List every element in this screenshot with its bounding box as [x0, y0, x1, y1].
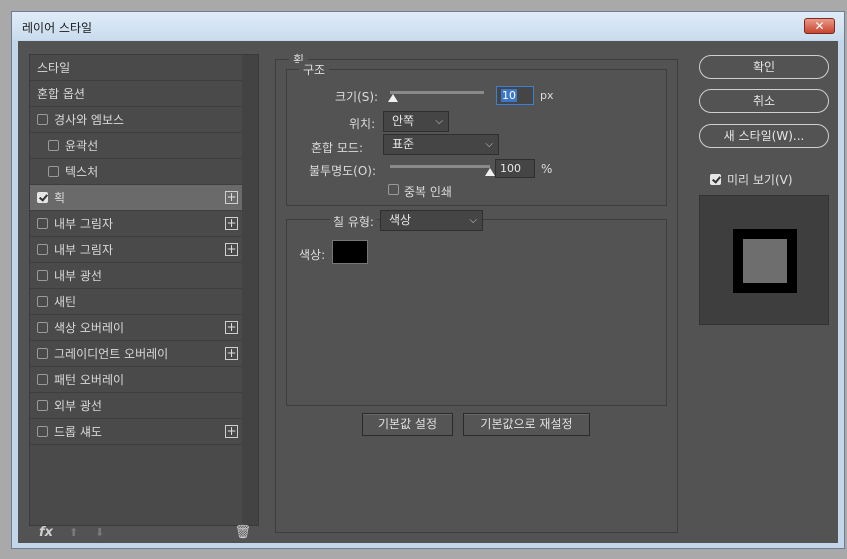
chevron-down-icon: ⌵	[435, 116, 443, 127]
add-effect-icon[interactable]: +	[225, 321, 238, 334]
move-down-icon[interactable]: ⬇	[95, 526, 104, 539]
stroke-panel: 획 구조 크기(S): 10 px 위치: 안쪽 ⌵ 혼합 모드: 표준 ⌵ 불투명…	[275, 51, 678, 533]
style-item-label: 윤곽선	[65, 139, 99, 153]
blend-mode-select[interactable]: 표준 ⌵	[383, 134, 499, 155]
reset-default-button[interactable]: 기본값으로 재설정	[463, 413, 590, 436]
style-checkbox[interactable]	[37, 192, 48, 203]
fill-group: 칠 유형: 색상 ⌵ 색상:	[286, 210, 667, 406]
style-list-item[interactable]: 내부 광선	[30, 263, 242, 289]
new-style-button[interactable]: 새 스타일(W)...	[699, 124, 829, 148]
style-list-item[interactable]: 스타일	[30, 55, 242, 81]
cancel-button[interactable]: 취소	[699, 89, 829, 113]
chevron-down-icon: ⌵	[485, 139, 493, 150]
style-item-label: 내부 그림자	[54, 217, 114, 231]
preview-toggle[interactable]: 미리 보기(V)	[710, 171, 793, 188]
opacity-input[interactable]: 100	[495, 159, 535, 178]
style-list-item[interactable]: 패턴 오버레이	[30, 367, 242, 393]
style-item-label: 내부 그림자	[54, 243, 114, 257]
style-list-item[interactable]: 혼합 옵션	[30, 81, 242, 107]
add-effect-icon[interactable]: +	[225, 243, 238, 256]
size-input[interactable]: 10	[496, 86, 534, 105]
preview-checkbox[interactable]	[710, 174, 721, 185]
opacity-slider[interactable]	[390, 165, 495, 176]
opacity-unit: %	[541, 162, 553, 176]
style-item-label: 경사와 엠보스	[54, 113, 125, 127]
style-list-item[interactable]: 그레이디언트 오버레이 +	[30, 341, 242, 367]
color-swatch[interactable]	[332, 240, 368, 264]
style-checkbox[interactable]	[37, 426, 48, 437]
style-item-label: 외부 광선	[54, 399, 102, 413]
blend-mode-label: 혼합 모드:	[311, 141, 364, 155]
opacity-label: 불투명도(O):	[309, 164, 377, 178]
style-list-item[interactable]: 획 +	[30, 185, 242, 211]
structure-title: 구조	[299, 61, 330, 78]
overprint-label: 중복 인쇄	[404, 185, 452, 199]
style-list-item[interactable]: 색상 오버레이 +	[30, 315, 242, 341]
styles-toolbar: fx ⬆ ⬇ 🗑	[29, 525, 259, 543]
style-checkbox[interactable]	[37, 348, 48, 359]
dialog-body: 스타일 혼합 옵션 경사와 엠보스 윤곽선 텍스처 획 + 내부 그림자 + 내부 그림자 + 내부 …	[18, 41, 838, 543]
size-unit: px	[540, 89, 554, 102]
size-slider-thumb[interactable]	[387, 94, 398, 102]
style-list-item[interactable]: 외부 광선	[30, 393, 242, 419]
preview-fill	[743, 239, 787, 283]
style-checkbox[interactable]	[37, 322, 48, 333]
style-item-label: 혼합 옵션	[37, 87, 85, 101]
style-preview	[699, 195, 829, 325]
style-checkbox[interactable]	[48, 140, 59, 151]
structure-group: 구조 크기(S): 10 px 위치: 안쪽 ⌵ 혼합 모드: 표준 ⌵ 불투명도(…	[286, 61, 667, 206]
chevron-down-icon: ⌵	[469, 215, 477, 226]
style-list-item[interactable]: 윤곽선	[30, 133, 242, 159]
styles-list: 스타일 혼합 옵션 경사와 엠보스 윤곽선 텍스처 획 + 내부 그림자 + 내부 그림자 + 내부 …	[29, 54, 259, 526]
add-effect-icon[interactable]: +	[225, 191, 238, 204]
add-effect-icon[interactable]: +	[225, 347, 238, 360]
style-item-label: 스타일	[37, 61, 71, 75]
position-label: 위치:	[349, 117, 376, 131]
move-up-icon[interactable]: ⬆	[69, 526, 78, 539]
layer-style-dialog: 레이어 스타일 ✕ 스타일 혼합 옵션 경사와 엠보스 윤곽선 텍스처 획 + 내부 그림자 +…	[11, 11, 845, 549]
add-effect-icon[interactable]: +	[225, 217, 238, 230]
style-item-label: 패턴 오버레이	[54, 373, 125, 387]
style-checkbox[interactable]	[48, 166, 59, 177]
overprint-checkbox[interactable]	[388, 184, 399, 195]
style-item-label: 색상 오버레이	[54, 321, 125, 335]
size-label: 크기(S):	[335, 90, 379, 104]
fx-icon[interactable]: fx	[39, 525, 53, 540]
window-title: 레이어 스타일	[22, 21, 93, 35]
style-item-label: 텍스처	[65, 165, 99, 179]
trash-icon[interactable]: 🗑	[234, 525, 251, 540]
style-checkbox[interactable]	[37, 218, 48, 229]
style-checkbox[interactable]	[37, 296, 48, 307]
style-list-item[interactable]: 드롭 섀도 +	[30, 419, 242, 445]
style-item-label: 새틴	[54, 295, 77, 309]
style-item-label: 내부 광선	[54, 269, 102, 283]
style-list-item[interactable]: 텍스처	[30, 159, 242, 185]
close-button[interactable]: ✕	[804, 18, 835, 34]
opacity-slider-thumb[interactable]	[485, 168, 495, 176]
ok-button[interactable]: 확인	[699, 55, 829, 79]
size-slider[interactable]	[387, 91, 484, 102]
preview-label: 미리 보기(V)	[727, 173, 793, 187]
style-checkbox[interactable]	[37, 114, 48, 125]
style-list-item[interactable]: 내부 그림자 +	[30, 211, 242, 237]
preview-stroke	[733, 229, 797, 293]
style-checkbox[interactable]	[37, 374, 48, 385]
color-label: 색상:	[299, 248, 326, 262]
position-select[interactable]: 안쪽 ⌵	[383, 111, 449, 132]
style-checkbox[interactable]	[37, 270, 48, 281]
add-effect-icon[interactable]: +	[225, 425, 238, 438]
make-default-button[interactable]: 기본값 설정	[362, 413, 453, 436]
fill-type-label: 칠 유형:	[330, 213, 377, 230]
list-scrollbar[interactable]	[242, 55, 258, 525]
style-checkbox[interactable]	[37, 400, 48, 411]
style-item-label: 획	[54, 191, 66, 205]
style-item-label: 드롭 섀도	[54, 425, 102, 439]
style-checkbox[interactable]	[37, 244, 48, 255]
style-list-item[interactable]: 새틴	[30, 289, 242, 315]
title-bar: 레이어 스타일 ✕	[12, 12, 844, 40]
style-item-label: 그레이디언트 오버레이	[54, 347, 169, 361]
fill-type-select[interactable]: 색상 ⌵	[380, 210, 483, 231]
style-list-item[interactable]: 내부 그림자 +	[30, 237, 242, 263]
style-list-item[interactable]: 경사와 엠보스	[30, 107, 242, 133]
